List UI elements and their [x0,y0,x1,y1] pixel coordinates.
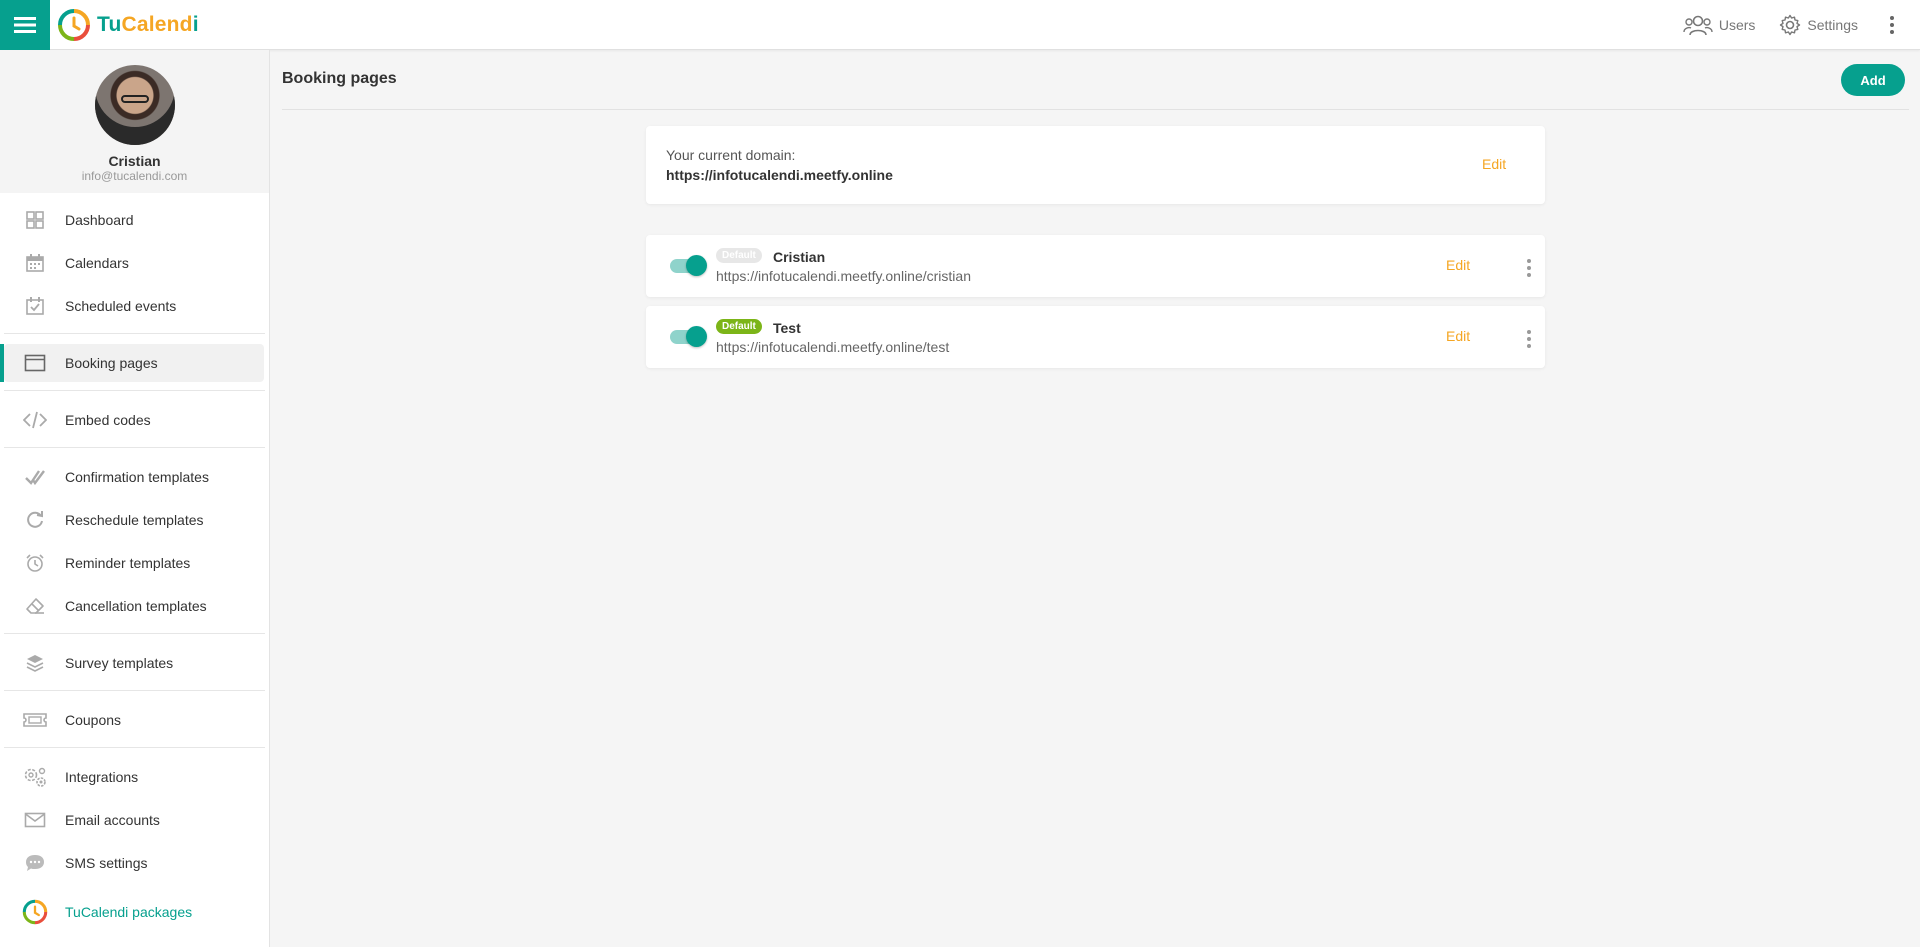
more-options-icon[interactable] [1882,15,1902,36]
edit-domain-button[interactable]: Edit [1482,156,1506,172]
sidebar-item-label: Email accounts [65,812,160,828]
sidebar-item-reschedule-templates[interactable]: Reschedule templates [4,501,264,539]
sidebar-item-label: Confirmation templates [65,469,209,485]
settings-label: Settings [1807,17,1858,33]
users-link[interactable]: Users [1683,14,1756,36]
users-label: Users [1718,17,1756,33]
sidebar-item-embed-codes[interactable]: Embed codes [4,401,264,439]
hamburger-icon [14,17,36,33]
app-logo[interactable]: TuCalendi [57,8,199,42]
dashboard-icon [22,207,48,233]
booking-page-row: Default Cristian https://infotucalendi.m… [646,235,1545,297]
refresh-icon [22,507,48,533]
sidebar-item-reminder-templates[interactable]: Reminder templates [4,544,264,582]
sidebar-item-label: Reschedule templates [65,512,204,528]
profile-card: Cristian info@tucalendi.com [0,50,269,193]
sidebar-divider [4,747,265,748]
more-options-icon[interactable] [1524,328,1534,349]
add-button[interactable]: Add [1841,64,1905,96]
alarm-clock-icon [22,550,48,576]
more-options-icon[interactable] [1524,257,1534,278]
sidebar-item-label: Dashboard [65,212,134,228]
booking-page-url[interactable]: https://infotucalendi.meetfy.online/test [716,339,949,355]
double-check-icon [22,464,48,490]
booking-page-url[interactable]: https://infotucalendi.meetfy.online/cris… [716,268,971,284]
sidebar-item-cancellation-templates[interactable]: Cancellation templates [4,587,264,625]
enabled-toggle[interactable] [670,326,708,348]
code-icon [22,407,48,433]
layers-icon [22,650,48,676]
sidebar-item-label: Survey templates [65,655,174,671]
default-badge[interactable]: Default [716,248,762,263]
ticket-icon [22,707,48,733]
envelope-icon [22,807,48,833]
sidebar-item-scheduled-events[interactable]: Scheduled events [4,287,264,325]
profile-email: info@tucalendi.com [81,169,188,183]
sidebar-divider [4,690,265,691]
sidebar-item-label: TuCalendi packages [65,904,193,920]
sidebar-item-booking-pages[interactable]: Booking pages [4,344,264,382]
domain-card: Your current domain: https://infotucalen… [646,126,1545,204]
menu-button[interactable] [0,0,50,50]
sidebar-item-coupons[interactable]: Coupons [4,701,264,739]
sidebar-divider [4,390,265,391]
logo-text: TuCalendi [97,13,199,36]
calendar-check-icon [22,293,48,319]
sidebar-divider [4,333,265,334]
profile-name: Cristian [108,153,161,169]
sidebar-item-label: Embed codes [65,412,151,428]
sidebar-item-label: Booking pages [65,355,158,371]
sidebar-item-integrations[interactable]: Integrations [4,758,264,796]
eraser-icon [22,593,48,619]
users-icon [1683,15,1713,36]
browser-window-icon [22,350,48,376]
sidebar-item-label: SMS settings [65,855,148,871]
sidebar-item-label: Scheduled events [65,298,177,314]
booking-page-row: Default Test https://infotucalendi.meetf… [646,306,1545,368]
settings-link[interactable]: Settings [1779,14,1858,36]
sidebar-item-confirmation-templates[interactable]: Confirmation templates [4,458,264,496]
sidebar-divider [4,633,265,634]
sidebar-divider [4,447,265,448]
default-badge[interactable]: Default [716,319,762,334]
top-bar: TuCalendi Users Settings [0,0,1920,50]
sidebar-item-sms-settings[interactable]: SMS settings [4,844,264,882]
sidebar-item-label: Reminder templates [65,555,191,571]
booking-page-name: Cristian [773,249,826,265]
domain-value: https://infotucalendi.meetfy.online [666,167,893,183]
sidebar-item-dashboard[interactable]: Dashboard [4,201,264,239]
domain-label: Your current domain: [666,147,796,163]
booking-page-name: Test [773,320,801,336]
edit-booking-page-button[interactable]: Edit [1446,328,1470,344]
gear-icon [1780,14,1801,36]
sidebar-item-label: Integrations [65,769,139,785]
sidebar-item-label: Cancellation templates [65,598,207,614]
sidebar-item-survey-templates[interactable]: Survey templates [4,644,264,682]
sidebar-item-label: Coupons [65,712,122,728]
page-title: Booking pages [282,70,397,87]
tucalendi-logo-icon [22,899,48,925]
calendar-icon [22,250,48,276]
sidebar-item-calendars[interactable]: Calendars [4,244,264,282]
edit-booking-page-button[interactable]: Edit [1446,257,1470,273]
chat-bubble-icon [22,850,48,876]
avatar[interactable] [95,65,175,145]
header-divider [282,109,1909,110]
sidebar-item-email-accounts[interactable]: Email accounts [4,801,264,839]
sidebar-item-label: Calendars [65,255,129,271]
sidebar-item-tucalendi-packages[interactable]: TuCalendi packages [4,893,264,931]
gears-icon [22,764,48,790]
enabled-toggle[interactable] [670,255,708,277]
tucalendi-logo-icon [58,9,90,41]
